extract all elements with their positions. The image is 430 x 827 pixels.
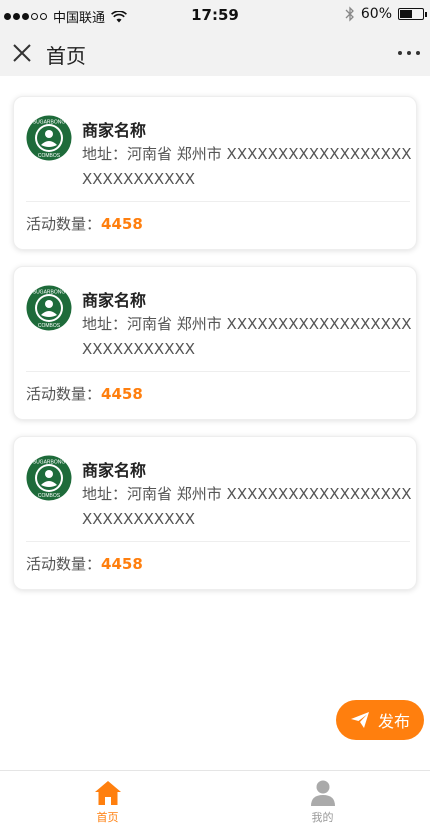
activity-count: 4458 bbox=[101, 555, 143, 573]
card-divider bbox=[26, 201, 410, 202]
logo-text-top: SUGARBONG bbox=[33, 120, 66, 126]
home-icon bbox=[95, 781, 121, 805]
page-title: 首页 bbox=[46, 44, 86, 68]
merchant-name: 商家名称 bbox=[82, 121, 147, 140]
activity-info: 活动数量：4458 bbox=[26, 553, 143, 574]
bluetooth-icon bbox=[345, 6, 354, 22]
card-divider bbox=[26, 371, 410, 372]
merchant-card[interactable]: SUGARBONG COMBOS 商家名称 地址：河南省 郑州市 XXXXXXX… bbox=[13, 96, 417, 250]
merchant-card[interactable]: SUGARBONG COMBOS 商家名称 地址：河南省 郑州市 XXXXXXX… bbox=[13, 266, 417, 420]
activity-info: 活动数量：4458 bbox=[26, 383, 143, 404]
activity-info: 活动数量：4458 bbox=[26, 213, 143, 234]
activity-label: 活动数量： bbox=[26, 555, 102, 573]
merchant-logo: SUGARBONG COMBOS bbox=[26, 455, 72, 501]
publish-button[interactable]: 发布 bbox=[336, 700, 424, 740]
status-bar: 中国联通 17:59 60% bbox=[0, 0, 430, 30]
activity-count: 4458 bbox=[101, 215, 143, 233]
activity-count: 4458 bbox=[101, 385, 143, 403]
activity-label: 活动数量： bbox=[26, 385, 102, 403]
logo-text-top: SUGARBONG bbox=[33, 460, 66, 466]
merchant-logo: SUGARBONG COMBOS bbox=[26, 285, 72, 331]
card-divider bbox=[26, 541, 410, 542]
logo-text-bottom: COMBOS bbox=[38, 493, 61, 499]
send-icon bbox=[350, 712, 369, 728]
status-right: 60% bbox=[345, 6, 427, 22]
publish-label: 发布 bbox=[377, 712, 410, 731]
battery-percentage: 60% bbox=[360, 6, 392, 22]
merchant-address: 地址：河南省 郑州市 XXXXXXXXXXXXXXXXXXXXXXXXXXXXX bbox=[82, 315, 412, 358]
close-icon[interactable] bbox=[10, 41, 34, 65]
logo-text-top: SUGARBONG bbox=[33, 290, 66, 296]
more-dots-icon[interactable] bbox=[398, 44, 420, 62]
activity-label: 活动数量： bbox=[26, 215, 102, 233]
merchant-card[interactable]: SUGARBONG COMBOS 商家名称 地址：河南省 郑州市 XXXXXXX… bbox=[13, 436, 417, 590]
tab-bar: 首页 我的 bbox=[0, 770, 430, 827]
merchant-name: 商家名称 bbox=[82, 291, 147, 310]
logo-text-bottom: COMBOS bbox=[38, 323, 61, 329]
logo-text-bottom: COMBOS bbox=[38, 153, 61, 159]
user-icon bbox=[311, 780, 335, 806]
tab-home[interactable]: 首页 bbox=[0, 771, 215, 827]
merchant-address: 地址：河南省 郑州市 XXXXXXXXXXXXXXXXXXXXXXXXXXXXX bbox=[82, 145, 412, 188]
navigation-bar: 首页 bbox=[0, 30, 430, 76]
tab-mine[interactable]: 我的 bbox=[215, 771, 430, 827]
tab-home-label: 首页 bbox=[96, 811, 119, 824]
tab-mine-label: 我的 bbox=[311, 811, 334, 824]
battery-fill bbox=[400, 10, 413, 18]
merchant-name: 商家名称 bbox=[82, 461, 147, 480]
merchant-logo: SUGARBONG COMBOS bbox=[26, 115, 72, 161]
battery-icon bbox=[398, 8, 427, 20]
merchant-address: 地址：河南省 郑州市 XXXXXXXXXXXXXXXXXXXXXXXXXXXXX bbox=[82, 485, 412, 528]
